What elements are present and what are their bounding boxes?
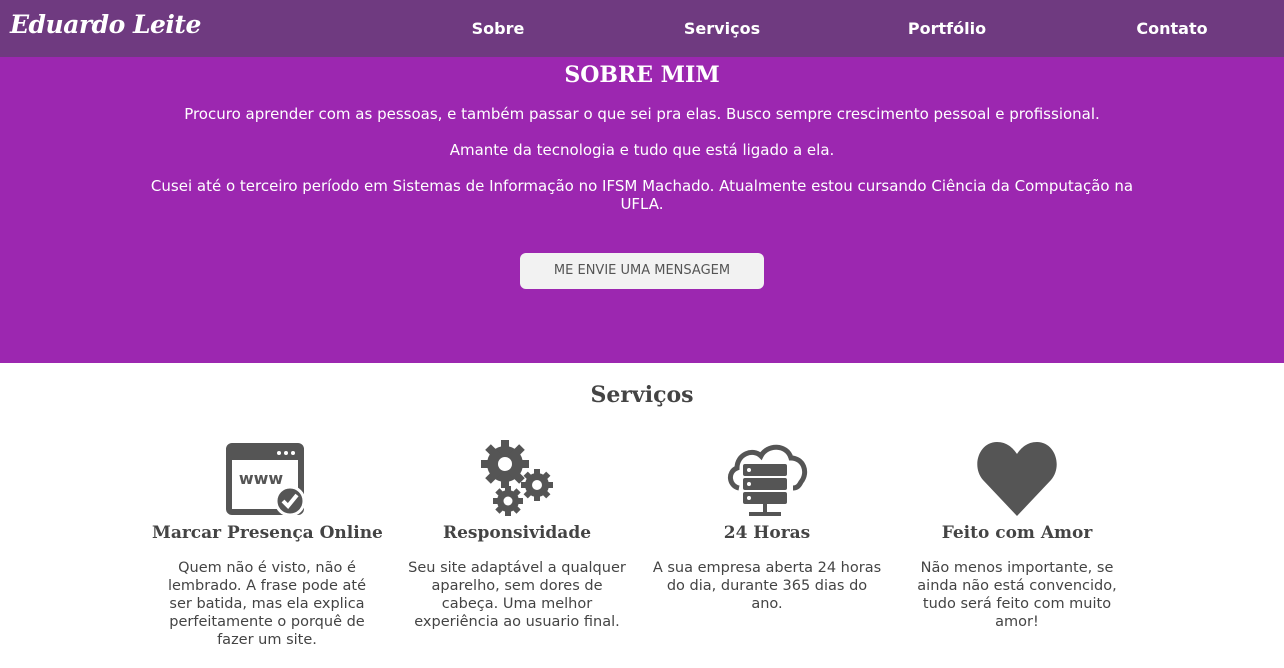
service-title: Responsividade	[442, 523, 592, 543]
nav-link-servicos[interactable]: Serviços	[652, 19, 792, 38]
services-title: Serviços	[590, 382, 694, 408]
about-title: SOBRE MIM	[564, 62, 720, 88]
brand-logo[interactable]: Eduardo Leite	[10, 10, 201, 39]
service-card-online: www Marcar Presença Online Quem não é vi…	[152, 438, 383, 649]
nav-link-sobre[interactable]: Sobre	[428, 19, 568, 38]
service-card-responsive: Responsividade Seu site adaptável a qual…	[402, 438, 632, 631]
service-card-love: Feito com Amor Não menos importante, se …	[902, 438, 1132, 631]
service-title: Marcar Presença Online	[152, 523, 383, 543]
navbar: Eduardo Leite Sobre Serviços Portfólio C…	[0, 0, 1284, 57]
nav-link-portfolio[interactable]: Portfólio	[877, 19, 1017, 38]
service-description: Não menos importante, se ainda não está …	[917, 560, 1117, 630]
service-title: 24 Horas	[723, 523, 811, 543]
heart-icon	[977, 442, 1057, 516]
about-paragraph-2: Amante da tecnologia e tudo que está lig…	[449, 141, 835, 159]
browser-www-check-icon: www	[226, 443, 306, 517]
service-description: Seu site adaptável a qualquer aparelho, …	[408, 560, 626, 630]
gears-icon	[481, 440, 553, 516]
service-description: Quem não é visto, não é lembrado. A fras…	[167, 560, 367, 648]
service-description: A sua empresa aberta 24 horas do dia, du…	[652, 560, 882, 612]
nav-link-contato[interactable]: Contato	[1102, 19, 1242, 38]
about-paragraph-3: Cusei até o terceiro período em Sistemas…	[150, 177, 1134, 213]
svg-text:www: www	[239, 469, 284, 488]
service-card-24h: 24 Horas A sua empresa aberta 24 horas d…	[652, 438, 882, 613]
send-message-button[interactable]: ME ENVIE UMA MENSAGEM	[520, 253, 764, 289]
service-title: Feito com Amor	[941, 523, 1093, 543]
about-section: SOBRE MIM Procuro aprender com as pessoa…	[0, 57, 1284, 363]
cloud-server-icon	[728, 444, 808, 516]
about-paragraph-1: Procuro aprender com as pessoas, e també…	[184, 105, 1100, 123]
